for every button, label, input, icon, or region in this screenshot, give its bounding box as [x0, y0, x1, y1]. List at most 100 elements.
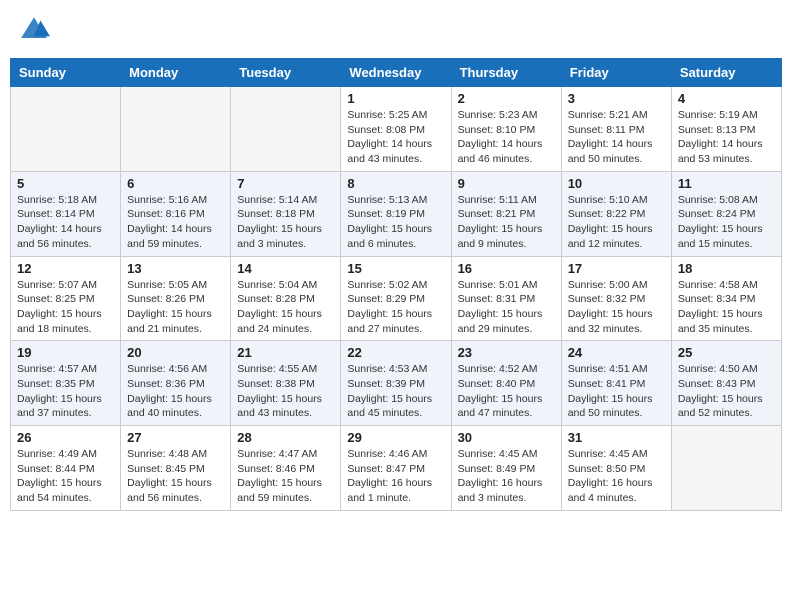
day-info: Sunrise: 4:45 AM Sunset: 8:50 PM Dayligh… [568, 447, 665, 506]
day-info: Sunrise: 4:45 AM Sunset: 8:49 PM Dayligh… [458, 447, 555, 506]
day-number: 16 [458, 261, 555, 276]
calendar-cell: 30 Sunrise: 4:45 AM Sunset: 8:49 PM Dayli… [451, 426, 561, 511]
day-number: 21 [237, 345, 334, 360]
calendar-cell: 21 Sunrise: 4:55 AM Sunset: 8:38 PM Dayli… [231, 341, 341, 426]
day-number: 1 [347, 91, 444, 106]
day-info: Sunrise: 5:01 AM Sunset: 8:31 PM Dayligh… [458, 278, 555, 337]
day-number: 14 [237, 261, 334, 276]
day-number: 25 [678, 345, 775, 360]
weekday-header-saturday: Saturday [671, 59, 781, 87]
day-number: 4 [678, 91, 775, 106]
day-info: Sunrise: 4:50 AM Sunset: 8:43 PM Dayligh… [678, 362, 775, 421]
logo [18, 14, 54, 46]
calendar-cell: 22 Sunrise: 4:53 AM Sunset: 8:39 PM Dayli… [341, 341, 451, 426]
day-number: 18 [678, 261, 775, 276]
week-row-1: 1 Sunrise: 5:25 AM Sunset: 8:08 PM Daylig… [11, 87, 782, 172]
day-number: 15 [347, 261, 444, 276]
day-number: 31 [568, 430, 665, 445]
weekday-header-thursday: Thursday [451, 59, 561, 87]
week-row-5: 26 Sunrise: 4:49 AM Sunset: 8:44 PM Dayli… [11, 426, 782, 511]
day-number: 9 [458, 176, 555, 191]
day-info: Sunrise: 5:00 AM Sunset: 8:32 PM Dayligh… [568, 278, 665, 337]
calendar-cell: 25 Sunrise: 4:50 AM Sunset: 8:43 PM Dayli… [671, 341, 781, 426]
day-info: Sunrise: 5:19 AM Sunset: 8:13 PM Dayligh… [678, 108, 775, 167]
calendar-cell: 26 Sunrise: 4:49 AM Sunset: 8:44 PM Dayli… [11, 426, 121, 511]
day-info: Sunrise: 5:08 AM Sunset: 8:24 PM Dayligh… [678, 193, 775, 252]
day-info: Sunrise: 5:25 AM Sunset: 8:08 PM Dayligh… [347, 108, 444, 167]
calendar-cell: 8 Sunrise: 5:13 AM Sunset: 8:19 PM Daylig… [341, 171, 451, 256]
day-info: Sunrise: 5:13 AM Sunset: 8:19 PM Dayligh… [347, 193, 444, 252]
page-header [10, 10, 782, 50]
day-number: 2 [458, 91, 555, 106]
day-info: Sunrise: 5:21 AM Sunset: 8:11 PM Dayligh… [568, 108, 665, 167]
day-number: 8 [347, 176, 444, 191]
calendar-cell: 23 Sunrise: 4:52 AM Sunset: 8:40 PM Dayli… [451, 341, 561, 426]
calendar-cell: 15 Sunrise: 5:02 AM Sunset: 8:29 PM Dayli… [341, 256, 451, 341]
calendar-cell: 16 Sunrise: 5:01 AM Sunset: 8:31 PM Dayli… [451, 256, 561, 341]
day-number: 20 [127, 345, 224, 360]
day-info: Sunrise: 5:11 AM Sunset: 8:21 PM Dayligh… [458, 193, 555, 252]
day-info: Sunrise: 5:16 AM Sunset: 8:16 PM Dayligh… [127, 193, 224, 252]
calendar-cell: 13Sunrise: 5:05 AM Sunset: 8:26 PM Dayli… [121, 256, 231, 341]
day-number: 30 [458, 430, 555, 445]
day-number: 17 [568, 261, 665, 276]
weekday-header-friday: Friday [561, 59, 671, 87]
weekday-header-tuesday: Tuesday [231, 59, 341, 87]
day-info: Sunrise: 5:10 AM Sunset: 8:22 PM Dayligh… [568, 193, 665, 252]
day-number: 26 [17, 430, 114, 445]
day-number: 28 [237, 430, 334, 445]
day-number: 23 [458, 345, 555, 360]
logo-icon [18, 14, 50, 46]
weekday-header-sunday: Sunday [11, 59, 121, 87]
weekday-header-wednesday: Wednesday [341, 59, 451, 87]
day-info: Sunrise: 4:58 AM Sunset: 8:34 PM Dayligh… [678, 278, 775, 337]
day-info: Sunrise: 4:52 AM Sunset: 8:40 PM Dayligh… [458, 362, 555, 421]
calendar-cell: 24Sunrise: 4:51 AM Sunset: 8:41 PM Dayli… [561, 341, 671, 426]
week-row-4: 19 Sunrise: 4:57 AM Sunset: 8:35 PM Dayli… [11, 341, 782, 426]
day-info: Sunrise: 5:14 AM Sunset: 8:18 PM Dayligh… [237, 193, 334, 252]
calendar-cell: 18 Sunrise: 4:58 AM Sunset: 8:34 PM Dayli… [671, 256, 781, 341]
calendar-cell: 20 Sunrise: 4:56 AM Sunset: 8:36 PM Dayli… [121, 341, 231, 426]
day-info: Sunrise: 4:48 AM Sunset: 8:45 PM Dayligh… [127, 447, 224, 506]
calendar-cell: 7 Sunrise: 5:14 AM Sunset: 8:18 PM Daylig… [231, 171, 341, 256]
day-number: 22 [347, 345, 444, 360]
day-info: Sunrise: 5:02 AM Sunset: 8:29 PM Dayligh… [347, 278, 444, 337]
day-number: 12 [17, 261, 114, 276]
calendar-cell: 12 Sunrise: 5:07 AM Sunset: 8:25 PM Dayli… [11, 256, 121, 341]
day-info: Sunrise: 4:47 AM Sunset: 8:46 PM Dayligh… [237, 447, 334, 506]
calendar-cell: 19 Sunrise: 4:57 AM Sunset: 8:35 PM Dayli… [11, 341, 121, 426]
day-info: Sunrise: 4:55 AM Sunset: 8:38 PM Dayligh… [237, 362, 334, 421]
calendar-cell: 14Sunrise: 5:04 AM Sunset: 8:28 PM Dayli… [231, 256, 341, 341]
day-info: Sunrise: 4:56 AM Sunset: 8:36 PM Dayligh… [127, 362, 224, 421]
day-info: Sunrise: 5:05 AM Sunset: 8:26 PM Dayligh… [127, 278, 224, 337]
calendar-table: SundayMondayTuesdayWednesdayThursdayFrid… [10, 58, 782, 511]
calendar-cell: 10Sunrise: 5:10 AM Sunset: 8:22 PM Dayli… [561, 171, 671, 256]
day-number: 27 [127, 430, 224, 445]
day-info: Sunrise: 5:18 AM Sunset: 8:14 PM Dayligh… [17, 193, 114, 252]
day-number: 24 [568, 345, 665, 360]
calendar-cell [121, 87, 231, 172]
calendar-cell: 4 Sunrise: 5:19 AM Sunset: 8:13 PM Daylig… [671, 87, 781, 172]
day-number: 6 [127, 176, 224, 191]
calendar-cell: 1 Sunrise: 5:25 AM Sunset: 8:08 PM Daylig… [341, 87, 451, 172]
calendar-cell: 3 Sunrise: 5:21 AM Sunset: 8:11 PM Daylig… [561, 87, 671, 172]
calendar-cell: 11Sunrise: 5:08 AM Sunset: 8:24 PM Dayli… [671, 171, 781, 256]
day-number: 19 [17, 345, 114, 360]
day-number: 29 [347, 430, 444, 445]
day-info: Sunrise: 5:07 AM Sunset: 8:25 PM Dayligh… [17, 278, 114, 337]
week-row-2: 5Sunrise: 5:18 AM Sunset: 8:14 PM Daylig… [11, 171, 782, 256]
calendar-cell [11, 87, 121, 172]
calendar-cell: 17 Sunrise: 5:00 AM Sunset: 8:32 PM Dayli… [561, 256, 671, 341]
day-info: Sunrise: 4:46 AM Sunset: 8:47 PM Dayligh… [347, 447, 444, 506]
calendar-cell: 6 Sunrise: 5:16 AM Sunset: 8:16 PM Daylig… [121, 171, 231, 256]
day-number: 7 [237, 176, 334, 191]
day-info: Sunrise: 5:23 AM Sunset: 8:10 PM Dayligh… [458, 108, 555, 167]
calendar-cell: 28 Sunrise: 4:47 AM Sunset: 8:46 PM Dayli… [231, 426, 341, 511]
day-info: Sunrise: 4:57 AM Sunset: 8:35 PM Dayligh… [17, 362, 114, 421]
weekday-header-monday: Monday [121, 59, 231, 87]
day-info: Sunrise: 4:49 AM Sunset: 8:44 PM Dayligh… [17, 447, 114, 506]
calendar-cell: 31 Sunrise: 4:45 AM Sunset: 8:50 PM Dayli… [561, 426, 671, 511]
calendar-cell: 5Sunrise: 5:18 AM Sunset: 8:14 PM Daylig… [11, 171, 121, 256]
day-info: Sunrise: 4:53 AM Sunset: 8:39 PM Dayligh… [347, 362, 444, 421]
day-number: 3 [568, 91, 665, 106]
